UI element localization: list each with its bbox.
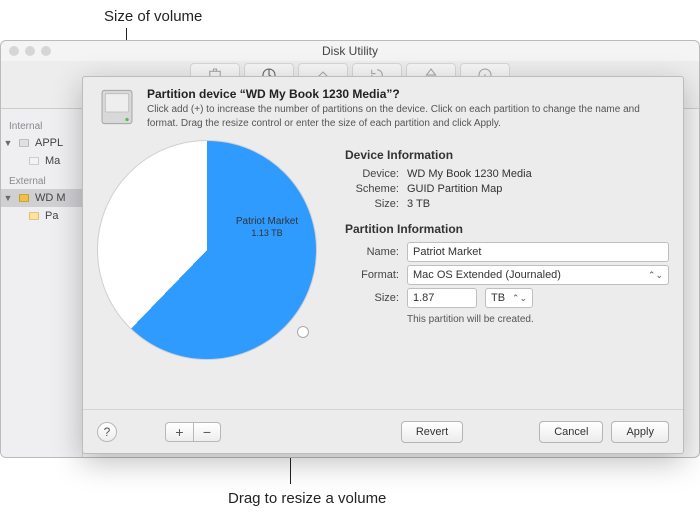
sidebar-header-internal: Internal xyxy=(1,115,82,134)
pie-slice-label-2: Patriot Market1.13 TB xyxy=(227,216,307,239)
window-title: Disk Utility xyxy=(1,41,699,61)
sidebar-item-label: WD M xyxy=(35,192,66,204)
add-partition-button[interactable]: + xyxy=(165,422,193,442)
annotation-top: Size of volume xyxy=(104,8,202,25)
sidebar-item-external-volume[interactable]: Pa xyxy=(1,207,82,225)
resize-handle[interactable] xyxy=(297,326,309,338)
remove-partition-button[interactable]: − xyxy=(193,422,221,442)
size-input[interactable]: 1.87 xyxy=(407,288,477,308)
device-icon xyxy=(97,87,137,127)
format-label: Format: xyxy=(345,269,399,281)
sidebar-header-external: External xyxy=(1,170,82,189)
volume-icon xyxy=(27,209,41,223)
scheme-label: Scheme: xyxy=(345,183,399,195)
device-label: Device: xyxy=(345,168,399,180)
annotation-bottom: Drag to resize a volume xyxy=(228,490,386,507)
sidebar-item-internal-volume[interactable]: Ma xyxy=(1,152,82,170)
sidebar: Internal ▼ APPL Ma External ▼ WD M Pa xyxy=(1,109,83,457)
sidebar-item-label: Pa xyxy=(45,210,58,222)
device-info-header: Device Information xyxy=(345,148,669,162)
partition-dialog: Partition device “WD My Book 1230 Media”… xyxy=(82,76,684,454)
minimize-icon[interactable] xyxy=(25,46,35,56)
dialog-title: Partition device “WD My Book 1230 Media”… xyxy=(147,87,669,101)
chevron-up-down-icon: ⌃⌄ xyxy=(648,270,663,281)
sidebar-item-label: Ma xyxy=(45,155,60,167)
cancel-button[interactable]: Cancel xyxy=(539,421,603,443)
pie-chart[interactable] xyxy=(97,140,317,360)
disclosure-triangle-icon[interactable]: ▼ xyxy=(3,193,13,203)
apply-button[interactable]: Apply xyxy=(611,421,669,443)
window-controls[interactable] xyxy=(9,46,51,56)
revert-button[interactable]: Revert xyxy=(401,421,463,443)
dialog-subtitle: Click add (+) to increase the number of … xyxy=(147,103,669,130)
format-select[interactable]: Mac OS Extended (Journaled)⌃⌄ xyxy=(407,265,669,285)
partition-info-header: Partition Information xyxy=(345,222,669,236)
close-icon[interactable] xyxy=(9,46,19,56)
help-button[interactable]: ? xyxy=(97,422,117,442)
partition-pie[interactable]: from school1.87 TB Patriot Market1.13 TB xyxy=(97,140,327,370)
device-size-label: Size: xyxy=(345,198,399,210)
sidebar-item-external-disk[interactable]: ▼ WD M xyxy=(1,189,82,207)
volume-icon xyxy=(27,154,41,168)
drive-icon xyxy=(17,136,31,150)
external-drive-icon xyxy=(17,191,31,205)
name-input[interactable]: Patriot Market xyxy=(407,242,669,262)
zoom-icon[interactable] xyxy=(41,46,51,56)
size-unit-select[interactable]: TB⌃⌄ xyxy=(485,288,533,308)
partition-size-label: Size: xyxy=(345,292,399,304)
pie-slice-label-1: from school1.87 TB xyxy=(113,264,193,287)
scheme-value: GUID Partition Map xyxy=(407,183,502,195)
sidebar-item-label: APPL xyxy=(35,137,63,149)
device-size-value: 3 TB xyxy=(407,198,430,210)
disclosure-triangle-icon[interactable]: ▼ xyxy=(3,138,13,148)
partition-hint: This partition will be created. xyxy=(407,314,669,325)
device-value: WD My Book 1230 Media xyxy=(407,168,532,180)
sidebar-item-internal-disk[interactable]: ▼ APPL xyxy=(1,134,82,152)
name-label: Name: xyxy=(345,246,399,258)
chevron-up-down-icon: ⌃⌄ xyxy=(512,293,527,304)
